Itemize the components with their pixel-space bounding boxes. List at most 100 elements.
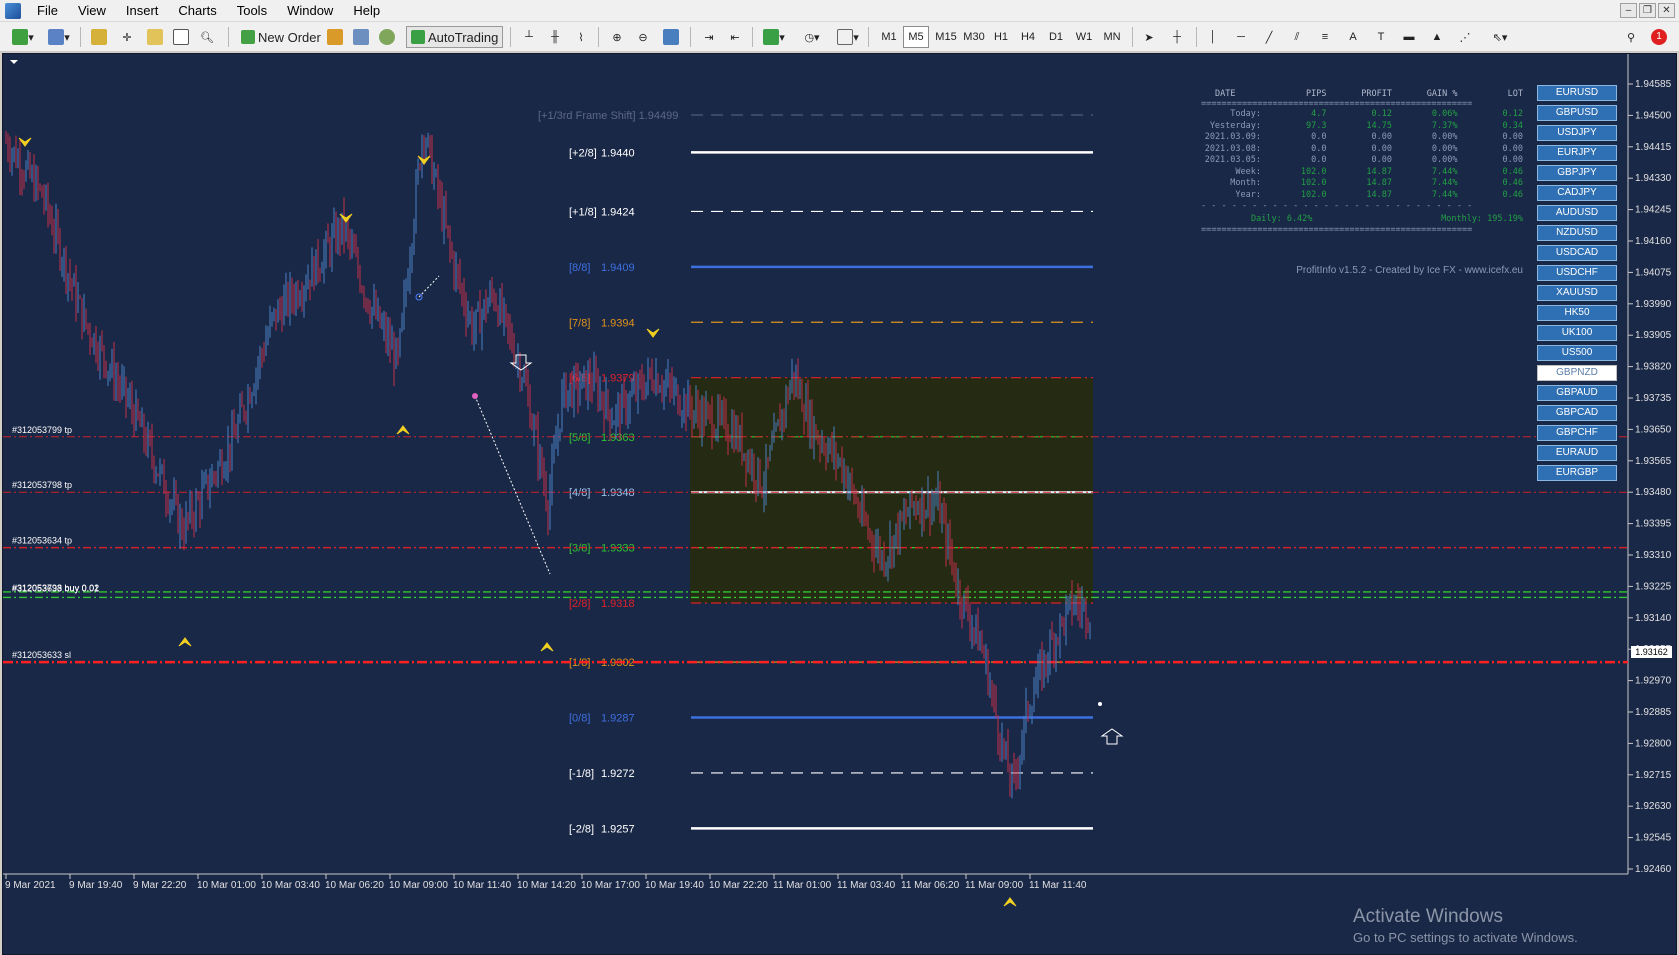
- timeframe-d1[interactable]: D1: [1043, 26, 1069, 48]
- zoom-out-icon[interactable]: ⊖: [632, 26, 654, 48]
- symbol-button-usdjpy[interactable]: USDJPY: [1537, 125, 1617, 141]
- symbol-button-gbpchf[interactable]: GBPCHF: [1537, 425, 1617, 441]
- zoom-in-icon[interactable]: ⊕: [606, 26, 628, 48]
- terminal-icon[interactable]: [170, 26, 192, 48]
- menu-file[interactable]: File: [27, 0, 68, 22]
- autotrading-button[interactable]: AutoTrading: [406, 26, 504, 48]
- horizontal-line-icon[interactable]: ─: [1230, 26, 1252, 48]
- menu-tools[interactable]: Tools: [227, 0, 277, 22]
- profit-cell-gain: 0.00%: [1431, 132, 1458, 142]
- price-axis-label: 1.93650: [1635, 424, 1672, 435]
- symbol-button-audusd[interactable]: AUDUSD: [1537, 205, 1617, 221]
- profit-cell-profit: 14.87: [1366, 178, 1392, 188]
- new-order-button[interactable]: New Order: [236, 26, 326, 48]
- symbol-button-usdchf[interactable]: USDCHF: [1537, 265, 1617, 281]
- symbol-button-gbpcad[interactable]: GBPCAD: [1537, 405, 1617, 421]
- symbol-button-gbpusd[interactable]: GBPUSD: [1537, 105, 1617, 121]
- menu-view[interactable]: View: [68, 0, 116, 22]
- profit-info-row: Yesterday: 97.3 14.75 7.37% 0.34: [1201, 121, 1523, 133]
- symbol-button-us500[interactable]: US500: [1537, 345, 1617, 361]
- profit-cell-lot: 0.46: [1502, 178, 1523, 188]
- time-axis-label: 11 Mar 09:00: [965, 880, 1024, 891]
- text-label-icon[interactable]: T: [1370, 26, 1392, 48]
- symbol-button-gbpjpy[interactable]: GBPJPY: [1537, 165, 1617, 181]
- timeframe-h4[interactable]: H4: [1015, 26, 1041, 48]
- crosshair-icon[interactable]: ✛: [116, 26, 138, 48]
- navigator-icon[interactable]: [144, 26, 166, 48]
- chart-window[interactable]: 1.94585 1.94500 1.94415 1.94330 1.94245 1.941…: [2, 53, 1677, 955]
- menu-insert[interactable]: Insert: [116, 0, 169, 22]
- trendline-icon[interactable]: ╱: [1258, 26, 1280, 48]
- close-button[interactable]: ✕: [1658, 3, 1675, 18]
- fibonacci-icon[interactable]: ≡: [1314, 26, 1336, 48]
- text-icon[interactable]: A: [1342, 26, 1364, 48]
- menu-charts[interactable]: Charts: [168, 0, 226, 22]
- signals-icon[interactable]: [350, 26, 372, 48]
- timeframe-h1[interactable]: H1: [988, 26, 1014, 48]
- symbol-button-gbpnzd[interactable]: GBPNZD: [1537, 365, 1617, 381]
- timeframe-m30[interactable]: M30: [959, 26, 989, 48]
- murrey-level-label: [3/8]: [569, 543, 590, 555]
- periods-icon[interactable]: ◷▾: [796, 26, 828, 48]
- crosshair-tool-icon[interactable]: ┼: [1166, 26, 1188, 48]
- notification-icon[interactable]: 1: [1648, 26, 1670, 48]
- timeframe-m5[interactable]: M5: [903, 26, 929, 48]
- symbol-button-usdcad[interactable]: USDCAD: [1537, 245, 1617, 261]
- profiles-icon[interactable]: ▾: [44, 26, 74, 48]
- watermark-title: Activate Windows: [1353, 906, 1503, 927]
- indicators-icon[interactable]: ▾: [758, 26, 790, 48]
- arrows-icon[interactable]: ⇖▾: [1484, 26, 1516, 48]
- timeframe-w1[interactable]: W1: [1071, 26, 1097, 48]
- symbol-button-nzdusd[interactable]: NZDUSD: [1537, 225, 1617, 241]
- murrey-level-value: 1.9409: [601, 262, 635, 274]
- line-chart-icon[interactable]: ⌇: [570, 26, 592, 48]
- vertical-line-icon[interactable]: │: [1202, 26, 1224, 48]
- symbol-button-hk50[interactable]: HK50: [1537, 305, 1617, 321]
- equidistant-channel-icon[interactable]: ⫽: [1286, 26, 1308, 48]
- symbol-button-cadjpy[interactable]: CADJPY: [1537, 185, 1617, 201]
- time-axis-label: 9 Mar 19:40: [69, 880, 123, 891]
- minimize-button[interactable]: –: [1620, 3, 1637, 18]
- timeframe-m15[interactable]: M15: [931, 26, 961, 48]
- symbol-button-eurgbp[interactable]: EURGBP: [1537, 465, 1617, 481]
- tile-windows-icon[interactable]: [660, 26, 682, 48]
- murrey-level-label: [+1/8]: [569, 206, 597, 218]
- autotrading-label: AutoTrading: [428, 29, 499, 45]
- rectangle-icon[interactable]: ▬: [1398, 26, 1420, 48]
- profit-cell-pips: 0.0: [1311, 132, 1327, 142]
- symbol-button-eurusd[interactable]: EURUSD: [1537, 85, 1617, 101]
- symbol-button-xauusd[interactable]: XAUUSD: [1537, 285, 1617, 301]
- divider: ========================================…: [1201, 99, 1473, 109]
- tester-icon[interactable]: 🔍︎: [196, 26, 218, 48]
- menu-window[interactable]: Window: [277, 0, 343, 22]
- order-label: #312053798 tp: [12, 480, 72, 490]
- timeframe-mn[interactable]: MN: [1099, 26, 1125, 48]
- templates-icon[interactable]: ▾: [832, 26, 864, 48]
- autoscroll-icon[interactable]: ⇤: [724, 26, 746, 48]
- fibo-fan-icon[interactable]: ⋰: [1454, 26, 1476, 48]
- new-chart-icon[interactable]: ▾: [8, 26, 38, 48]
- metaeditor-icon[interactable]: [324, 26, 346, 48]
- profit-info-credit: ProfitInfo v1.5.2 - Created by Ice FX - …: [1296, 265, 1523, 276]
- search-icon[interactable]: ⚲: [1620, 26, 1642, 48]
- triangle-icon[interactable]: ▲: [1426, 26, 1448, 48]
- chart-shift-icon[interactable]: ⇥: [698, 26, 720, 48]
- menu-help[interactable]: Help: [343, 0, 390, 22]
- market-watch-icon[interactable]: [88, 26, 110, 48]
- restore-button[interactable]: ❐: [1639, 3, 1656, 18]
- timeframe-m1[interactable]: M1: [876, 26, 902, 48]
- symbol-button-uk100[interactable]: UK100: [1537, 325, 1617, 341]
- bar-chart-icon[interactable]: ┴: [518, 26, 540, 48]
- header-profit: PROFIT: [1361, 89, 1392, 99]
- symbol-button-euraud[interactable]: EURAUD: [1537, 445, 1617, 461]
- symbol-button-eurjpy[interactable]: EURJPY: [1537, 145, 1617, 161]
- profit-cell-lot: 0.34: [1502, 120, 1523, 131]
- cursor-icon[interactable]: ➤: [1138, 26, 1160, 48]
- murrey-level-label: [8/8]: [569, 262, 590, 274]
- options-icon[interactable]: [376, 26, 398, 48]
- murrey-level-value: 1.9333: [601, 543, 635, 555]
- profit-cell-profit: 14.87: [1366, 189, 1392, 200]
- candlestick-icon[interactable]: ╫: [544, 26, 566, 48]
- symbol-button-gbpaud[interactable]: GBPAUD: [1537, 385, 1617, 401]
- profit-info-row: 2021.03.08: 0.0 0.00 0.00% 0.00: [1201, 144, 1523, 156]
